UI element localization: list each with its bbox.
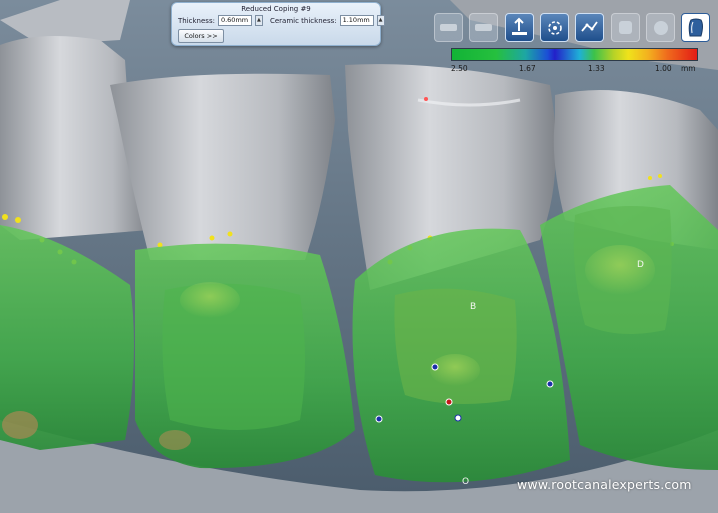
tool-6-icon[interactable]	[611, 13, 640, 42]
thickness-color-scale	[451, 48, 698, 61]
label-d: D	[637, 260, 644, 270]
scale-label-2: 1.67	[519, 64, 536, 73]
tooth-model-render	[0, 0, 718, 513]
watermark-text: www.rootcanalexperts.com	[517, 477, 692, 492]
thickness-row: Thickness: 0.60mm ▲ Ceramic thickness: 1…	[178, 15, 389, 26]
colors-button[interactable]: Colors >>	[178, 29, 224, 43]
ceramic-thickness-label: Ceramic thickness:	[269, 16, 337, 25]
scale-label-4: 1.00	[655, 64, 672, 73]
scale-unit: mm	[681, 64, 696, 73]
label-o: O	[462, 477, 470, 487]
label-b: B	[470, 302, 477, 312]
3d-viewport[interactable]	[0, 0, 718, 513]
tool-7-icon[interactable]	[646, 13, 675, 42]
insertion-direction-icon[interactable]	[505, 13, 534, 42]
ceramic-thickness-spinner[interactable]: ▲	[376, 15, 385, 26]
rotate-view-icon[interactable]	[540, 13, 569, 42]
tool-1-icon[interactable]	[434, 13, 463, 42]
thickness-label: Thickness:	[178, 16, 215, 25]
scale-label-3: 1.33	[588, 64, 605, 73]
ceramic-thickness-input[interactable]: 1.10mm	[339, 15, 374, 26]
tooth-outline-icon[interactable]	[681, 13, 710, 42]
tool-2-icon[interactable]	[469, 13, 498, 42]
thickness-map-icon[interactable]	[575, 13, 604, 42]
thickness-input[interactable]: 0.60mm	[217, 15, 252, 26]
scale-label-1: 2.50	[451, 64, 468, 73]
panel-title: Reduced Coping #9	[241, 5, 311, 13]
reduced-coping-panel: Reduced Coping #9 Thickness: 0.60mm ▲ Ce…	[171, 2, 385, 46]
thickness-spinner[interactable]: ▲	[254, 15, 263, 26]
